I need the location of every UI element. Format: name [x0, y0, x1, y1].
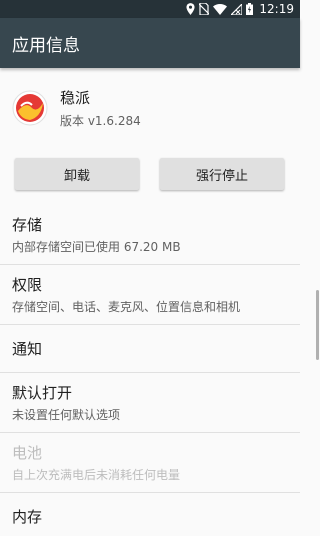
open-by-default-item[interactable]: 默认打开 未设置任何默认选项 — [0, 373, 300, 433]
force-stop-button[interactable]: 强行停止 — [160, 158, 284, 190]
no-sim-icon — [199, 3, 210, 15]
app-header: 稳派 版本 v1.6.284 — [0, 68, 300, 148]
app-version: 版本 v1.6.284 — [60, 114, 141, 128]
settings-list: 存储 内部存储空间已使用 67.20 MB 权限 存储空间、电话、麦克风、位置信… — [0, 205, 300, 536]
permissions-item[interactable]: 权限 存储空间、电话、麦克风、位置信息和相机 — [0, 265, 300, 325]
app-logo-icon — [12, 90, 48, 126]
status-bar: 12:19 — [0, 0, 300, 18]
storage-title: 存储 — [12, 216, 43, 234]
open-by-default-title: 默认打开 — [12, 384, 73, 402]
storage-item[interactable]: 存储 内部存储空间已使用 67.20 MB — [0, 205, 300, 265]
scrollbar[interactable] — [316, 290, 319, 360]
uninstall-button[interactable]: 卸载 — [15, 158, 139, 190]
permissions-title: 权限 — [12, 276, 43, 294]
wifi-icon — [213, 3, 228, 15]
app-name: 稳派 — [60, 89, 91, 107]
storage-summary: 内部存储空间已使用 67.20 MB — [12, 240, 181, 254]
clock: 12:19 — [259, 2, 294, 16]
page-title: 应用信息 — [12, 35, 80, 56]
battery-item: 电池 自上次充满电后未消耗任何电量 — [0, 433, 300, 493]
location-icon — [186, 3, 195, 15]
memory-item[interactable]: 内存 — [0, 493, 300, 536]
app-info: 稳派 版本 v1.6.284 — [60, 87, 141, 129]
no-signal-icon — [231, 3, 243, 15]
notifications-title: 通知 — [12, 340, 43, 358]
notifications-item[interactable]: 通知 — [0, 325, 300, 373]
action-buttons: 卸载 强行停止 — [0, 158, 300, 190]
battery-title: 电池 — [12, 444, 43, 462]
battery-summary: 自上次充满电后未消耗任何电量 — [12, 468, 181, 482]
open-by-default-summary: 未设置任何默认选项 — [12, 408, 121, 422]
battery-icon — [246, 3, 254, 15]
app-bar: 应用信息 — [0, 18, 300, 68]
permissions-summary: 存储空间、电话、麦克风、位置信息和相机 — [12, 300, 241, 314]
memory-title: 内存 — [12, 508, 43, 526]
status-icons: 12:19 — [186, 1, 294, 17]
